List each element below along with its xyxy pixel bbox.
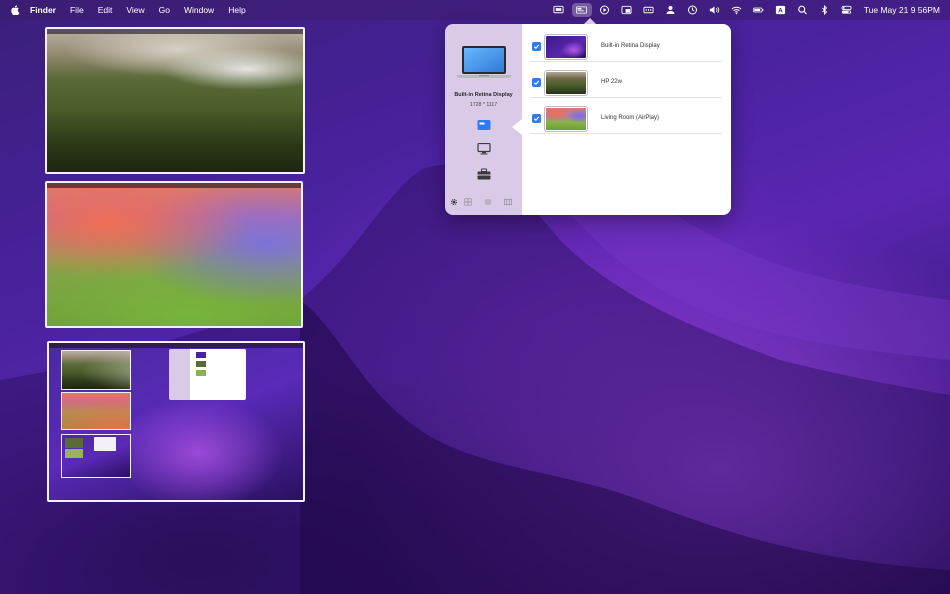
time-machine-icon[interactable] bbox=[682, 0, 704, 20]
menu-help[interactable]: Help bbox=[228, 5, 245, 15]
mini-menubar bbox=[47, 29, 303, 34]
nested-preview-sonoma bbox=[61, 392, 131, 430]
svg-text:A: A bbox=[778, 8, 783, 15]
mini-menubar bbox=[49, 343, 303, 348]
nested-preview-sierra bbox=[61, 350, 131, 390]
apple-menu-icon[interactable] bbox=[10, 5, 20, 15]
screen-mirror-icon[interactable] bbox=[616, 0, 638, 20]
popover-footer bbox=[445, 197, 522, 209]
nested-preview-monterey bbox=[61, 434, 131, 478]
wifi-icon[interactable] bbox=[726, 0, 748, 20]
selection-pointer bbox=[512, 119, 522, 135]
display-settings-icon[interactable] bbox=[477, 119, 491, 131]
display-wallpaper-preview bbox=[544, 106, 588, 132]
displays-popover: Built-in Retina Display 1728 * 1117 Buil… bbox=[445, 18, 731, 215]
display-preview-monterey[interactable] bbox=[47, 341, 305, 502]
list-icon[interactable] bbox=[483, 197, 493, 207]
menu-go[interactable]: Go bbox=[159, 5, 170, 15]
displays-app-icon[interactable] bbox=[571, 3, 592, 17]
battery-icon[interactable] bbox=[748, 0, 770, 20]
display-checkbox[interactable] bbox=[532, 114, 541, 123]
menu-window[interactable]: Window bbox=[184, 5, 214, 15]
display-preview-sierra[interactable] bbox=[45, 27, 305, 174]
menu-view[interactable]: View bbox=[126, 5, 144, 15]
display-preview-sonoma[interactable] bbox=[45, 181, 303, 328]
display-row[interactable]: HP 22w bbox=[530, 68, 722, 98]
sonoma-wallpaper bbox=[47, 183, 301, 326]
user-icon[interactable] bbox=[660, 0, 682, 20]
menu-app-name[interactable]: Finder bbox=[30, 5, 56, 15]
keyboard-brightness-icon[interactable] bbox=[638, 0, 660, 20]
input-source-icon[interactable]: A bbox=[770, 0, 792, 20]
display-name: Living Room (AirPlay) bbox=[601, 115, 660, 121]
popover-sidebar: Built-in Retina Display 1728 * 1117 bbox=[445, 24, 522, 215]
selected-display-name: Built-in Retina Display bbox=[454, 92, 513, 98]
laptop-icon bbox=[456, 46, 512, 78]
monitor-icon[interactable] bbox=[477, 143, 491, 155]
volume-icon[interactable] bbox=[704, 0, 726, 20]
display-checkbox[interactable] bbox=[532, 78, 541, 87]
gear-icon[interactable] bbox=[449, 197, 459, 207]
display-list: Built-in Retina Display HP 22w Living Ro… bbox=[522, 24, 731, 215]
spotlight-search-icon[interactable] bbox=[792, 0, 814, 20]
menubar-clock[interactable]: Tue May 21 9 56PM bbox=[864, 5, 940, 15]
control-center-icon[interactable] bbox=[836, 0, 858, 20]
nested-popover-preview bbox=[169, 349, 246, 400]
display-name: HP 22w bbox=[601, 79, 622, 85]
menu-file[interactable]: File bbox=[70, 5, 84, 15]
play-circle-icon[interactable] bbox=[594, 0, 616, 20]
bluetooth-icon[interactable] bbox=[814, 0, 836, 20]
display-name: Built-in Retina Display bbox=[601, 43, 660, 49]
toolbox-icon[interactable] bbox=[477, 168, 491, 180]
display-wallpaper-preview bbox=[544, 34, 588, 60]
selected-display-resolution: 1728 * 1117 bbox=[469, 102, 498, 108]
display-row[interactable]: Living Room (AirPlay) bbox=[530, 104, 722, 134]
display-wallpaper-preview bbox=[544, 70, 588, 96]
mini-menubar bbox=[47, 183, 301, 188]
menu-edit[interactable]: Edit bbox=[98, 5, 113, 15]
display-menu-icon[interactable] bbox=[548, 0, 570, 20]
grid-icon[interactable] bbox=[463, 197, 473, 207]
display-row[interactable]: Built-in Retina Display bbox=[530, 32, 722, 62]
display-checkbox[interactable] bbox=[532, 42, 541, 51]
menu-bar: Finder File Edit View Go Window Help A T… bbox=[0, 0, 950, 20]
layout-icon[interactable] bbox=[503, 197, 513, 207]
sierra-wallpaper bbox=[47, 29, 303, 172]
